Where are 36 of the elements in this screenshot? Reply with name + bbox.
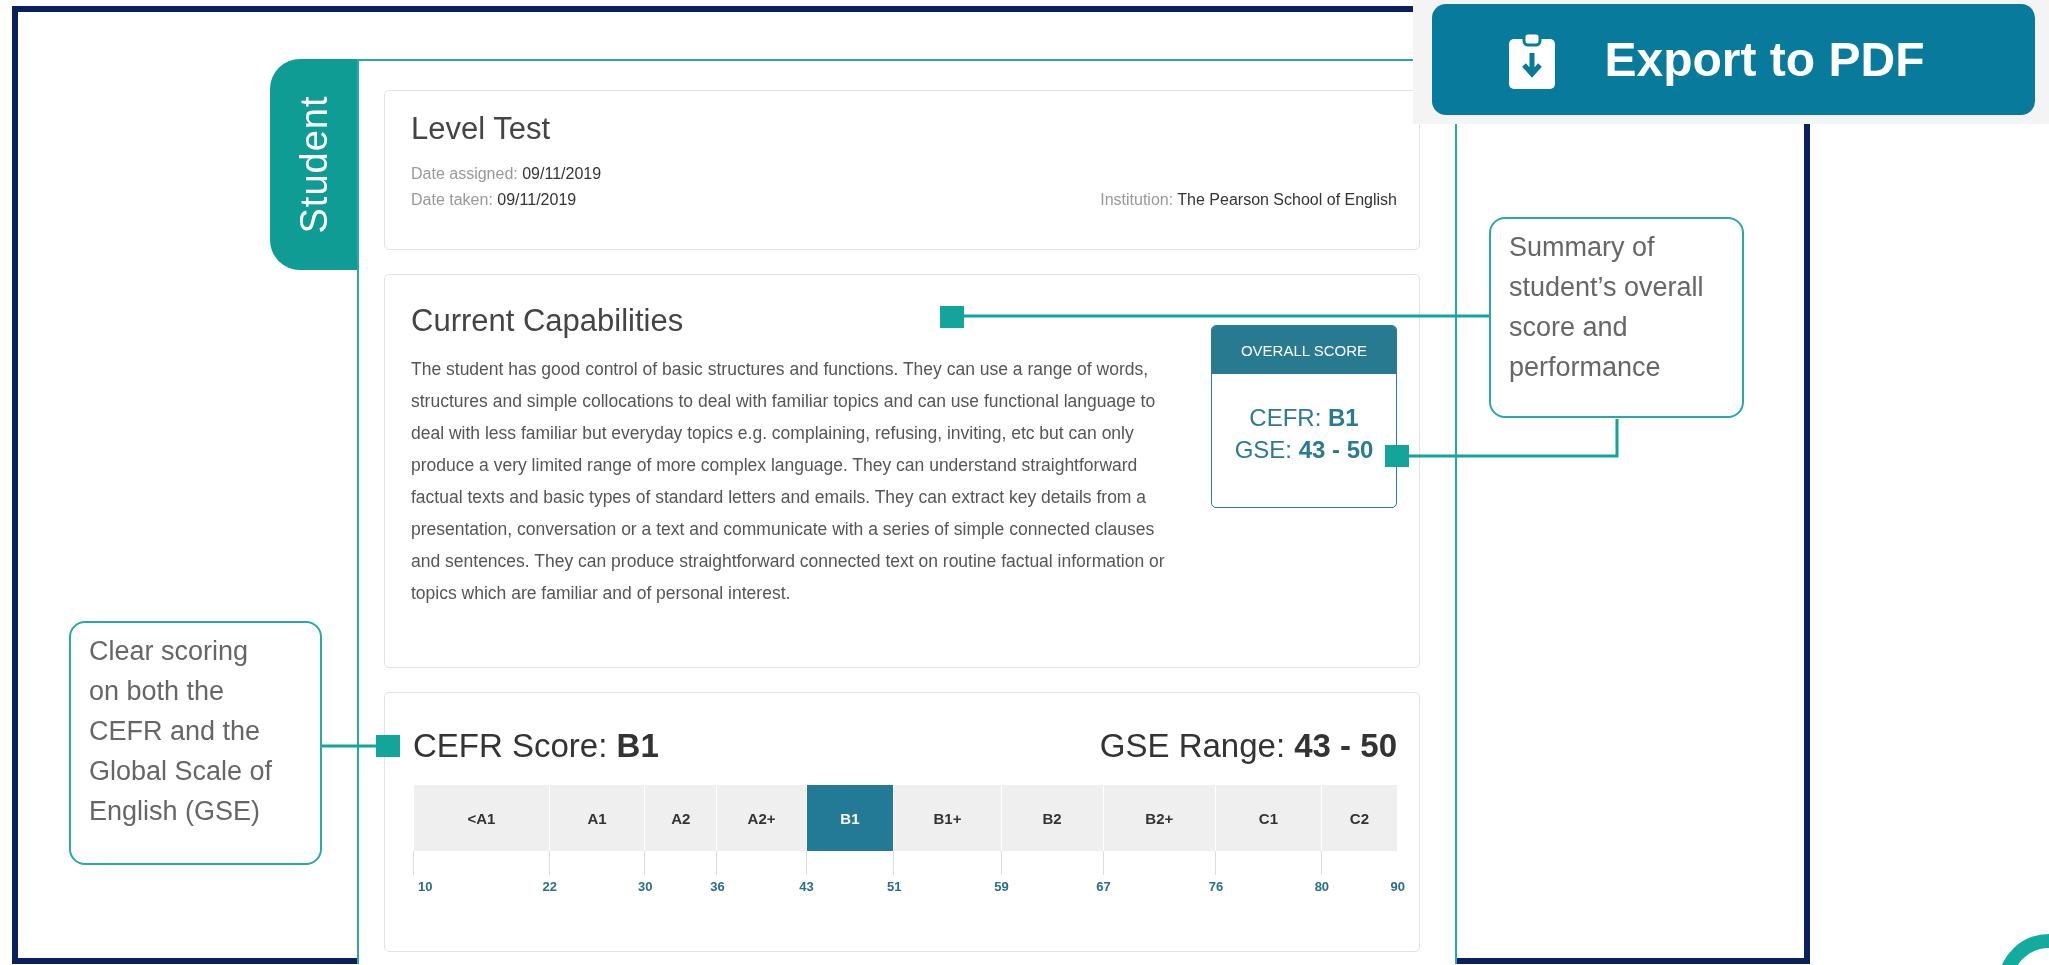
level-segment: C2 bbox=[1320, 785, 1397, 851]
card-title: Current Capabilities bbox=[411, 303, 684, 339]
tick-label: 51 bbox=[887, 879, 902, 894]
cefr-score-heading: CEFR Score: B1 bbox=[413, 727, 659, 765]
tick-label: 76 bbox=[1208, 879, 1224, 894]
level-segment: C1 bbox=[1214, 785, 1321, 851]
callout-box: Clear scoring on both the CEFR and the Global Scale of English (GSE) bbox=[69, 621, 322, 865]
card-title: Level Test bbox=[411, 111, 550, 147]
date-taken: Date taken: 09/11/2019 bbox=[411, 190, 577, 210]
gse-score: GSE: 43 - 50 bbox=[1234, 436, 1374, 464]
tick-label: 22 bbox=[542, 879, 557, 894]
tick-label: 30 bbox=[638, 879, 653, 894]
tick-label: 80 bbox=[1314, 879, 1330, 894]
tick-label: 59 bbox=[994, 879, 1009, 894]
cefr-score: CEFR: B1 bbox=[1249, 404, 1359, 432]
level-segment: A2 bbox=[644, 785, 717, 851]
section-tab-label: Student bbox=[292, 95, 335, 234]
overall-score-heading: OVERALL SCORE bbox=[1212, 326, 1396, 374]
level-segment: <A1 bbox=[413, 785, 549, 851]
level-segment: B1 bbox=[805, 785, 894, 851]
level-segment: B2 bbox=[1000, 785, 1103, 851]
capabilities-text: The student has good control of basic structures and functions. They can use a range of words, structures and simple collocations to deal with familiar topics and can use functional language to deal with less familiar but everyday topics e.g. complaining, refusing, inviting, etc but can only produce a very limited range of more complex language. They can understand straightforward factual texts and basic types of standard letters and emails. They can extract key details from a presentation, conversation or a text and communicate with a series of simple connected clauses and sentences. They can produce straightforward connected text on routine factual information or topics which are familiar and of personal interest. bbox=[411, 358, 1166, 605]
export-button[interactable]: Export to PDF bbox=[1432, 4, 2035, 115]
level-segment: A1 bbox=[548, 785, 645, 851]
date-assigned: Date assigned: 09/11/2019 bbox=[411, 165, 602, 182]
tick-label: 43 bbox=[799, 879, 814, 894]
gse-range-heading: GSE Range: 43 - 50 bbox=[1099, 727, 1397, 765]
institution: Institution: The Pearson School of English bbox=[1100, 190, 1397, 210]
tick-label: 36 bbox=[710, 879, 725, 894]
tick-label: 67 bbox=[1096, 879, 1111, 894]
callout-box: Summary of student’s overall score and performance bbox=[1489, 217, 1744, 418]
level-segment: B2+ bbox=[1102, 785, 1215, 851]
level-segment: A2+ bbox=[716, 785, 806, 851]
tick-label: 10 bbox=[418, 879, 433, 894]
tick-label: 90 bbox=[1390, 879, 1405, 894]
level-segment: B1+ bbox=[893, 785, 1001, 851]
